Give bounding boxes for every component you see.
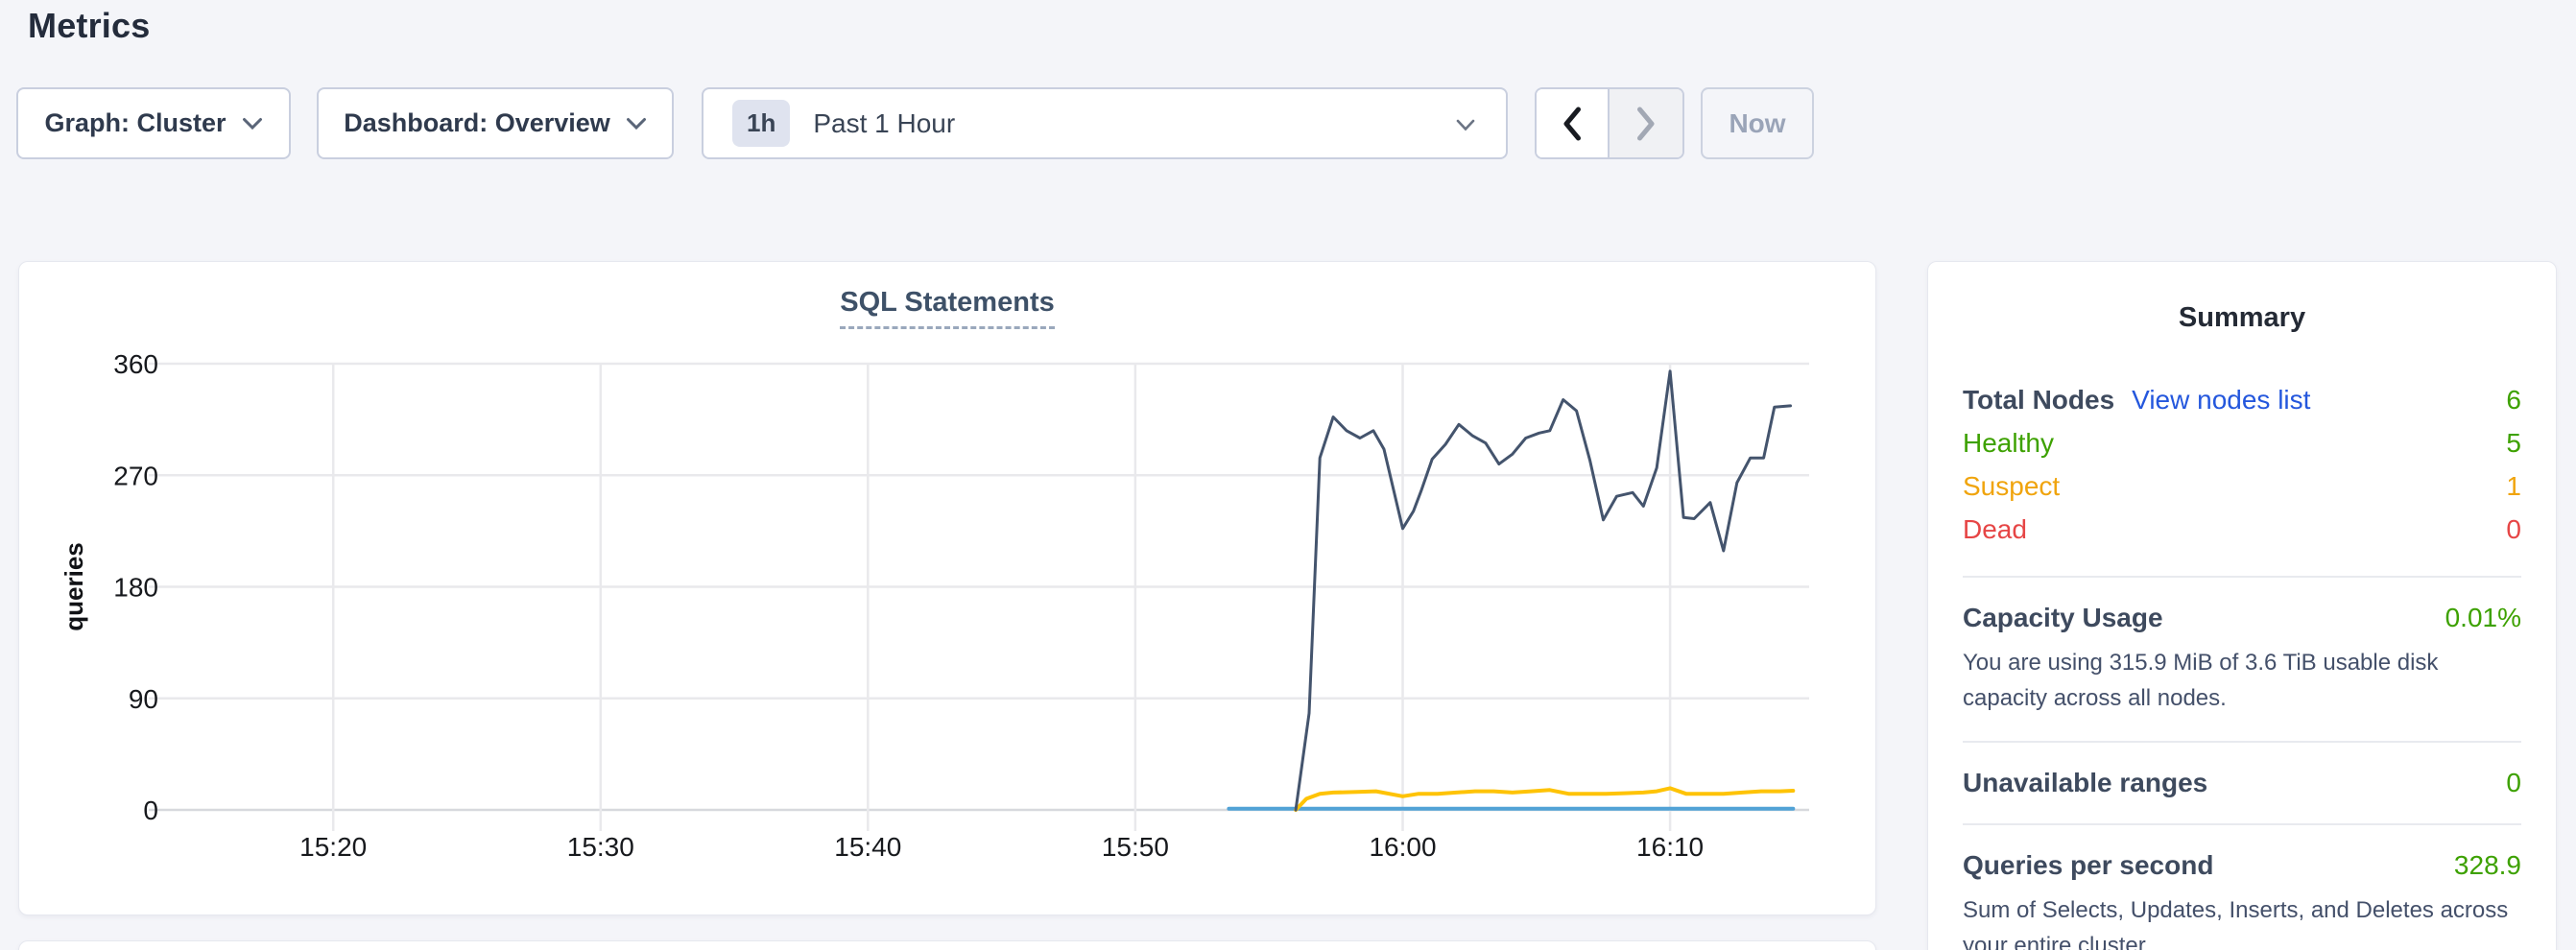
chevron-right-icon [1635, 107, 1657, 141]
sql-statements-chart-card: SQL Statements 0 90 180 270 360 15:20 15:30 15:… [18, 261, 1876, 915]
unavailable-ranges-value: 0 [2506, 768, 2521, 798]
time-range-selector[interactable]: 1h Past 1 Hour [702, 87, 1508, 159]
capacity-usage-row: Capacity Usage 0.01% [1963, 603, 2521, 633]
summary-sidebar: Summary Total Nodes View nodes list 6 He… [1927, 261, 2557, 950]
now-button-label: Now [1729, 108, 1785, 139]
node-status-value: 1 [2506, 464, 2521, 508]
chart-title[interactable]: SQL Statements [840, 287, 1054, 329]
divider [1963, 823, 2521, 825]
total-nodes-value: 6 [2506, 378, 2521, 421]
queries-per-second-label: Queries per second [1963, 850, 2213, 881]
svg-text:16:00: 16:00 [1369, 832, 1436, 862]
queries-per-second-description: Sum of Selects, Updates, Inserts, and De… [1963, 892, 2521, 950]
svg-text:0: 0 [143, 796, 158, 825]
next-chart-card-edge [18, 940, 1876, 950]
svg-text:queries: queries [60, 542, 88, 631]
node-status-value: 5 [2506, 421, 2521, 464]
capacity-usage-description: You are using 315.9 MiB of 3.6 TiB usabl… [1963, 645, 2521, 716]
svg-text:16:10: 16:10 [1636, 832, 1704, 862]
now-button[interactable]: Now [1701, 87, 1814, 159]
unavailable-ranges-row: Unavailable ranges 0 [1963, 768, 2521, 798]
svg-text:15:30: 15:30 [567, 832, 634, 862]
chevron-down-icon [242, 117, 263, 131]
time-back-button[interactable] [1537, 89, 1610, 157]
divider [1963, 576, 2521, 578]
chevron-down-icon [626, 117, 647, 131]
total-nodes-row: Total Nodes View nodes list 6 [1963, 378, 2521, 421]
capacity-usage-label: Capacity Usage [1963, 603, 2163, 633]
total-nodes-label: Total Nodes [1963, 378, 2114, 421]
svg-text:15:20: 15:20 [299, 832, 367, 862]
unavailable-ranges-label: Unavailable ranges [1963, 768, 2207, 798]
node-status-value: 0 [2506, 508, 2521, 551]
node-status-label: Dead [1963, 508, 2027, 551]
chevron-left-icon [1562, 107, 1583, 141]
time-range-label: Past 1 Hour [813, 108, 955, 139]
node-status-label: Suspect [1963, 464, 2060, 508]
graph-selector-label: Graph: Cluster [44, 108, 226, 138]
capacity-usage-value: 0.01% [2445, 603, 2521, 633]
svg-text:180: 180 [113, 573, 158, 603]
svg-text:90: 90 [129, 684, 158, 714]
dashboard-selector-label: Dashboard: Overview [344, 108, 610, 138]
svg-text:270: 270 [113, 461, 158, 490]
node-status-rows: Total Nodes View nodes list 6 Healthy5Su… [1963, 378, 2521, 551]
node-status-label: Healthy [1963, 421, 2054, 464]
time-range-badge: 1h [732, 100, 790, 147]
divider [1963, 741, 2521, 743]
time-forward-button[interactable] [1610, 89, 1682, 157]
queries-per-second-value: 328.9 [2454, 850, 2521, 881]
svg-text:15:40: 15:40 [834, 832, 901, 862]
view-nodes-list-link[interactable]: View nodes list [2132, 378, 2310, 421]
summary-title: Summary [1963, 302, 2521, 334]
svg-text:15:50: 15:50 [1102, 832, 1169, 862]
page-title: Metrics [28, 6, 150, 46]
node-status-row: Suspect 1 [1963, 464, 2521, 508]
svg-text:360: 360 [113, 349, 158, 379]
sql-statements-chart[interactable]: 0 90 180 270 360 15:20 15:30 15:40 15:50 16:00 16:… [19, 262, 1877, 916]
node-status-row: Healthy 5 [1963, 421, 2521, 464]
graph-selector-dropdown[interactable]: Graph: Cluster [16, 87, 291, 159]
time-pager [1535, 87, 1684, 159]
metrics-toolbar: Graph: Cluster Dashboard: Overview 1h Pa… [0, 87, 2576, 159]
queries-per-second-row: Queries per second 328.9 [1963, 850, 2521, 881]
dashboard-selector-dropdown[interactable]: Dashboard: Overview [317, 87, 674, 159]
chevron-down-icon [1456, 119, 1475, 136]
node-status-row: Dead 0 [1963, 508, 2521, 551]
